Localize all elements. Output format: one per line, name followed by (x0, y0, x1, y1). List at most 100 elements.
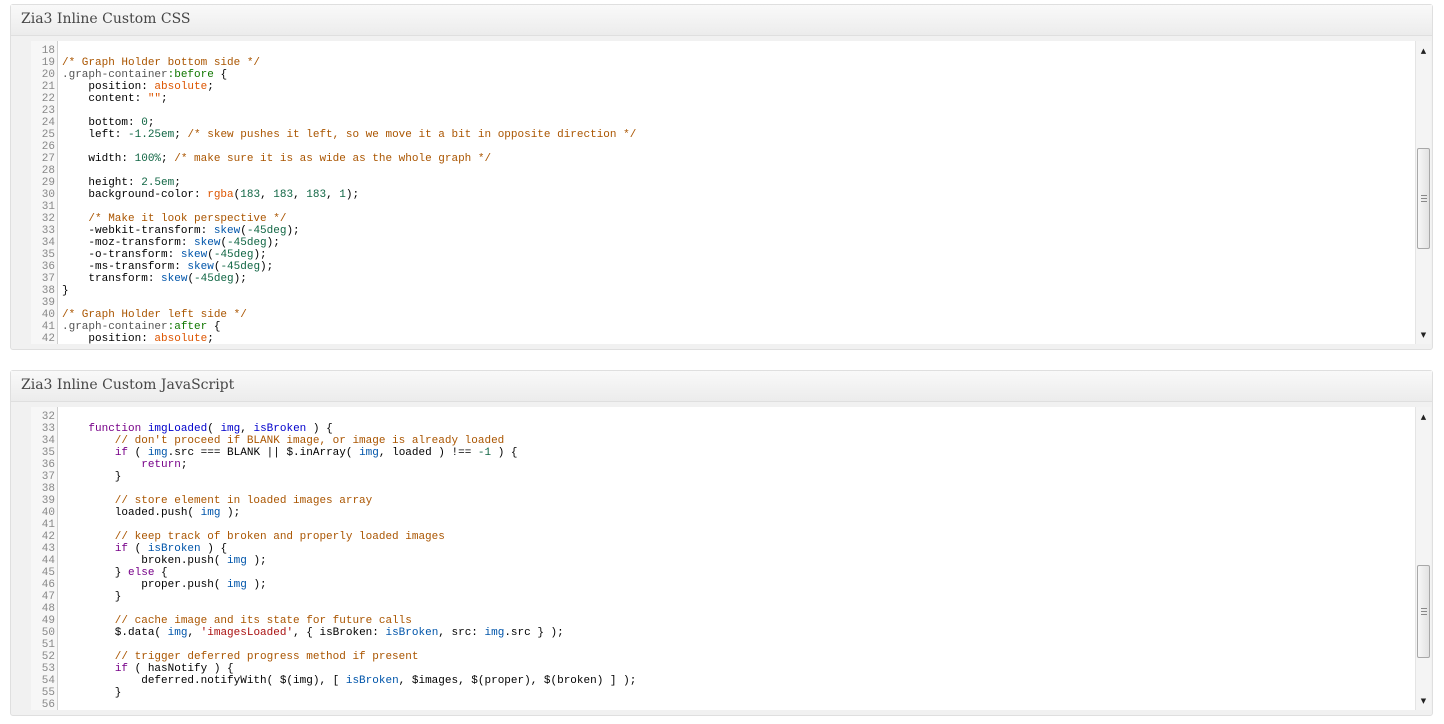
code-line[interactable]: 34 -moz-transform: skew(-45deg); (31, 237, 280, 249)
code-area[interactable]: 32 33 function imgLoaded( img, isBroken )… (31, 407, 1415, 710)
line-number: 52 (41, 651, 55, 663)
line-number: 44 (41, 555, 55, 567)
code-line[interactable]: 24 bottom: 0; (31, 117, 155, 129)
scrollbar-thumb[interactable] (1417, 565, 1430, 658)
code-token: .src } ); (504, 627, 564, 639)
code-line[interactable]: 37 } (31, 471, 122, 483)
line-number: 56 (41, 699, 55, 710)
grip-icon (1421, 607, 1427, 615)
line-number: 48 (41, 603, 55, 615)
code-line[interactable]: 32 /* Make it look perspective */ (31, 213, 287, 225)
line-number: 30 (41, 189, 55, 201)
code-line[interactable]: 55 } (31, 687, 122, 699)
custom-javascript-panel-header[interactable]: Zia3 Inline Custom JavaScript (11, 371, 1432, 402)
code-token: // trigger deferred progress method if p… (62, 651, 419, 663)
scroll-down-arrow-icon[interactable]: ▼ (1416, 328, 1431, 342)
code-line[interactable]: 28 (31, 165, 62, 177)
code-line[interactable]: 48 (31, 603, 62, 615)
code-text: height: 2.5em; (57, 177, 180, 189)
javascript-code-editor[interactable]: 32 33 function imgLoaded( img, isBroken )… (31, 407, 1431, 710)
code-line[interactable]: 42 // keep track of broken and properly … (31, 531, 445, 543)
code-token: ) { (200, 543, 228, 555)
code-line[interactable]: 45 } else { (31, 567, 168, 579)
scroll-up-arrow-icon[interactable]: ▲ (1416, 410, 1431, 424)
code-line[interactable]: 56 (31, 699, 62, 710)
code-line[interactable]: 37 transform: skew(-45deg); (31, 273, 247, 285)
code-area[interactable]: 18 19/* Graph Holder bottom side */20 .gra… (31, 41, 1415, 344)
code-line[interactable]: 35 -o-transform: skew(-45deg); (31, 249, 267, 261)
code-token: img (359, 447, 379, 459)
code-line[interactable]: 32 (31, 411, 62, 423)
code-text: function imgLoaded( img, isBroken ) { (57, 423, 332, 435)
code-line[interactable]: 33 -webkit-transform: skew(-45deg); (31, 225, 300, 237)
code-line[interactable]: 19 /* Graph Holder bottom side */ (31, 57, 260, 69)
vertical-scrollbar[interactable]: ▲ ▼ (1415, 41, 1431, 344)
code-line[interactable]: 49 // cache image and its state for futu… (31, 615, 412, 627)
code-line[interactable]: 40 loaded.push( img ); (31, 507, 240, 519)
code-line[interactable]: 41 (31, 519, 62, 531)
code-line[interactable]: 39 // store element in loaded images arr… (31, 495, 372, 507)
code-line[interactable]: 27 width: 100%; /* make sure it is as wi… (31, 153, 491, 165)
code-line[interactable]: 36 return; (31, 459, 188, 471)
code-token: 100% (134, 153, 162, 165)
code-line[interactable]: 53 if ( hasNotify ) { (31, 663, 234, 675)
line-number: 37 (41, 471, 55, 483)
code-line[interactable]: 33 function imgLoaded( img, isBroken ) { (31, 423, 333, 435)
code-line[interactable]: 46 proper.push( img ); (31, 579, 267, 591)
code-line[interactable]: 54 deferred.notifyWith( $(img), [ isBrok… (31, 675, 637, 687)
code-text: // don't proceed if BLANK image, or imag… (57, 435, 504, 447)
line-number: 27 (41, 153, 55, 165)
code-line[interactable]: 22 content: ""; (31, 93, 168, 105)
code-token: ; (147, 117, 155, 129)
code-line[interactable]: 41 .graph-container:after { (31, 321, 221, 333)
code-line[interactable]: 25 left: -1.25em; /* skew pushes it left… (31, 129, 637, 141)
code-line[interactable]: 39 (31, 297, 62, 309)
code-line[interactable]: 23 (31, 105, 62, 117)
code-line[interactable]: 38 (31, 483, 62, 495)
code-line[interactable]: 31 (31, 201, 62, 213)
scrollbar-thumb[interactable] (1417, 148, 1430, 249)
code-line[interactable]: 34 // don't proceed if BLANK image, or i… (31, 435, 504, 447)
code-token: , { isBroken: (293, 627, 386, 639)
css-code-editor[interactable]: 18 19/* Graph Holder bottom side */20 .gra… (31, 41, 1431, 344)
code-line[interactable]: 30 background-color: rgba(183, 183, 183,… (31, 189, 359, 201)
code-token: /* skew pushes it left, so we move it a … (187, 129, 637, 141)
code-line[interactable]: 36 -ms-transform: skew(-45deg); (31, 261, 273, 273)
code-line[interactable]: 21 position: absolute; (31, 81, 214, 93)
line-number: 28 (41, 165, 55, 177)
code-line[interactable]: 20 .graph-container:before { (31, 69, 227, 81)
code-token: .src === BLANK || $.inArray( (167, 447, 360, 459)
code-token: position: (62, 333, 155, 344)
code-line[interactable]: 43 if ( isBroken ) { (31, 543, 227, 555)
code-line[interactable]: 40 /* Graph Holder left side */ (31, 309, 247, 321)
scroll-up-arrow-icon[interactable]: ▲ (1416, 44, 1431, 58)
code-line[interactable]: 52 // trigger deferred progress method i… (31, 651, 419, 663)
code-token: absolute (154, 333, 208, 344)
code-token: broken.push( (62, 555, 228, 567)
code-line[interactable]: 29 height: 2.5em; (31, 177, 181, 189)
code-line[interactable]: 51 (31, 639, 62, 651)
code-line[interactable]: 44 broken.push( img ); (31, 555, 267, 567)
code-token: , (240, 423, 254, 435)
line-number: 26 (41, 141, 55, 153)
line-number: 38 (41, 285, 55, 297)
code-token: -45deg (227, 237, 267, 249)
code-line[interactable]: 38} (31, 285, 69, 297)
line-number: 47 (41, 591, 55, 603)
custom-css-panel-header[interactable]: Zia3 Inline Custom CSS (11, 5, 1432, 36)
scroll-down-arrow-icon[interactable]: ▼ (1416, 694, 1431, 708)
code-token: // don't proceed if BLANK image, or imag… (62, 435, 505, 447)
code-token: :before (167, 69, 214, 81)
code-line[interactable]: 42 position: absolute; (31, 333, 214, 344)
code-line[interactable]: 18 (31, 45, 62, 57)
line-number: 37 (41, 273, 55, 285)
code-line[interactable]: 35 if ( img.src === BLANK || $.inArray( … (31, 447, 518, 459)
code-line[interactable]: 26 (31, 141, 62, 153)
code-token: loaded.push( (62, 507, 201, 519)
code-line[interactable]: 50 $.data( img, 'imagesLoaded', { isBrok… (31, 627, 564, 639)
code-token: /* Make it look perspective */ (62, 213, 287, 225)
vertical-scrollbar[interactable]: ▲ ▼ (1415, 407, 1431, 710)
code-line[interactable]: 47 } (31, 591, 122, 603)
